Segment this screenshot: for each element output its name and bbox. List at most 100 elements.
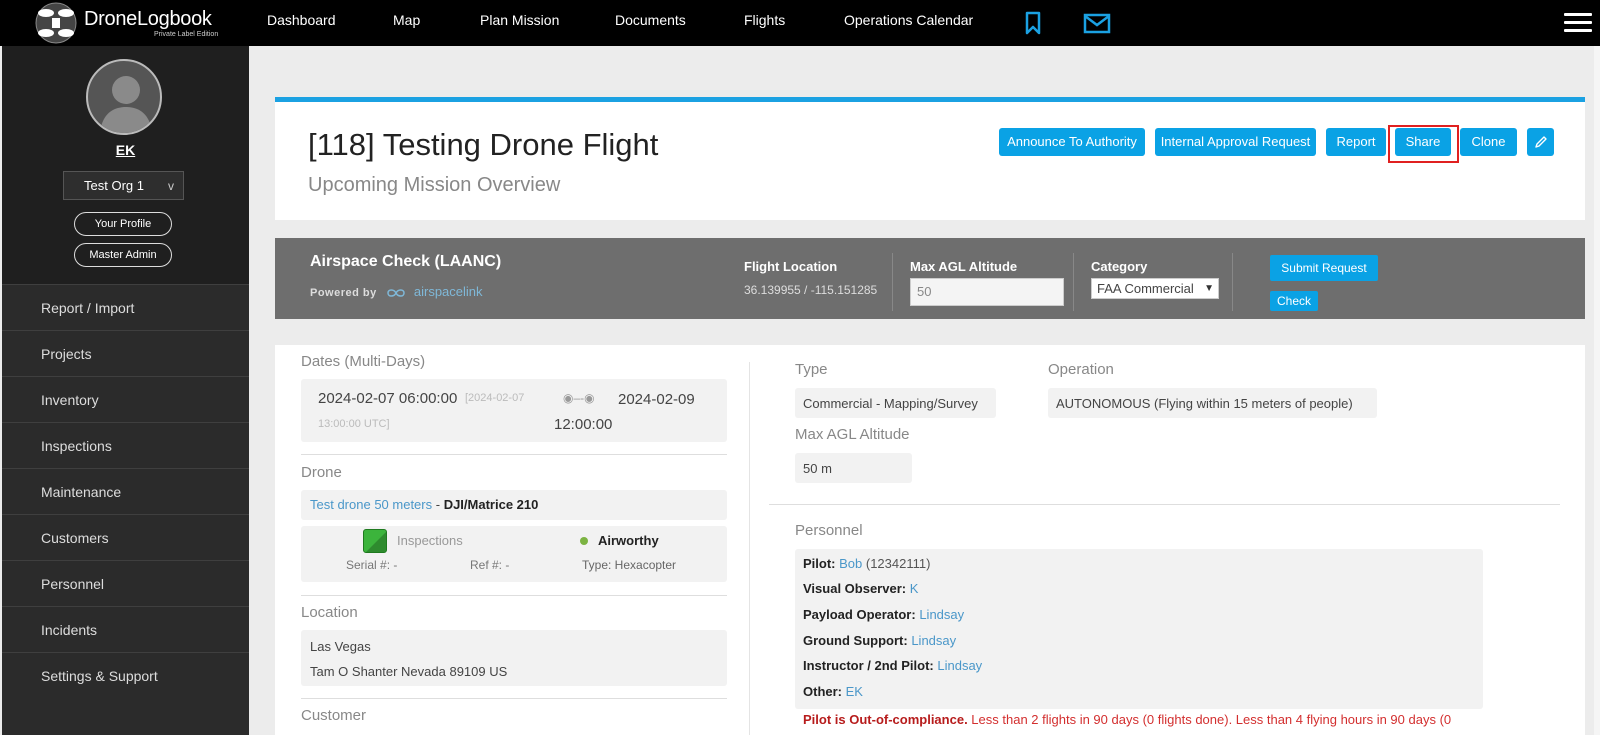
powered-by-label: Powered by	[310, 287, 377, 299]
type-label: Type	[795, 361, 828, 378]
personnel-name-link[interactable]: Lindsay	[919, 607, 964, 622]
org-select[interactable]: Test Org 1 v	[63, 171, 184, 200]
date-range-icon: ◉–-◉	[563, 391, 595, 405]
location-address-link[interactable]: Tam O Shanter Nevada 89109 US	[310, 664, 507, 679]
inspection-status-icon	[363, 529, 387, 553]
personnel-extra: (12342111)	[862, 556, 931, 571]
ref-number: Ref #: -	[470, 558, 510, 572]
drone-logo-icon	[35, 2, 77, 44]
user-silhouette-icon	[100, 76, 152, 133]
nav-documents[interactable]: Documents	[615, 12, 686, 28]
sidebar-item-maintenance[interactable]: Maintenance	[2, 468, 249, 514]
check-button[interactable]: Check	[1270, 291, 1318, 311]
airspacelink-link[interactable]: airspacelink	[414, 284, 483, 299]
hamburger-menu-icon[interactable]	[1564, 13, 1592, 33]
personnel-ground-support: Ground Support: Lindsay	[803, 633, 956, 648]
app-logo[interactable]: DroneLogbook Private Label Edition	[34, 2, 224, 44]
clone-button[interactable]: Clone	[1460, 128, 1517, 156]
scrollbar[interactable]	[1594, 46, 1600, 735]
location-label: Location	[301, 604, 358, 621]
airworthy-status: Airworthy	[598, 533, 659, 548]
sidebar-item-incidents[interactable]: Incidents	[2, 606, 249, 652]
personnel-role: Pilot:	[803, 556, 836, 571]
sidebar: EK Test Org 1 v Your Profile Master Admi…	[2, 46, 249, 735]
category-label: Category	[1091, 259, 1148, 274]
inspections-label: Inspections	[397, 533, 463, 548]
airworthy-status-icon	[580, 537, 588, 545]
nav-map[interactable]: Map	[393, 12, 420, 28]
dates-box	[301, 379, 727, 442]
drone-separator: -	[432, 497, 444, 512]
org-select-value: Test Org 1	[84, 178, 144, 193]
internal-approval-request-button[interactable]: Internal Approval Request	[1155, 128, 1316, 156]
username-link[interactable]: EK	[2, 142, 249, 158]
sidebar-item-inspections[interactable]: Inspections	[2, 422, 249, 468]
divider	[769, 504, 1560, 505]
your-profile-button[interactable]: Your Profile	[74, 212, 172, 236]
location-city-link[interactable]: Las Vegas	[310, 639, 371, 654]
personnel-name-link[interactable]: K	[910, 581, 919, 596]
personnel-name-link[interactable]: Lindsay	[937, 658, 982, 673]
sidebar-item-personnel[interactable]: Personnel	[2, 560, 249, 606]
drone-line: Test drone 50 meters - DJI/Matrice 210	[310, 497, 538, 512]
nav-plan-mission[interactable]: Plan Mission	[480, 12, 559, 28]
serial-number: Serial #: -	[346, 558, 398, 572]
divider	[301, 698, 727, 699]
start-date-utc-time: 13:00:00 UTC]	[318, 418, 390, 430]
personnel-visual-observer: Visual Observer: K	[803, 581, 918, 596]
personnel-role: Visual Observer:	[803, 581, 907, 596]
sidebar-item-report-import[interactable]: Report / Import	[2, 284, 249, 330]
divider	[1232, 253, 1233, 311]
airspacelink-logo-icon	[387, 289, 406, 297]
category-select[interactable]: FAA Commercial ▼	[1091, 278, 1219, 299]
flight-location-label: Flight Location	[744, 259, 838, 274]
compliance-warning: Pilot is Out-of-compliance. Less than 2 …	[803, 712, 1583, 727]
share-button-highlight	[1388, 125, 1459, 163]
nav-flights[interactable]: Flights	[744, 12, 785, 28]
pencil-icon	[1534, 136, 1547, 148]
sidebar-profile: EK Test Org 1 v Your Profile Master Admi…	[2, 46, 249, 284]
drone-model: DJI/Matrice 210	[443, 497, 539, 512]
divider	[1073, 253, 1074, 311]
start-date-utc: [2024-02-07	[465, 392, 525, 404]
powered-by: Powered by airspacelink	[310, 284, 483, 299]
airspace-check-panel: Airspace Check (LAANC) Powered by airspa…	[275, 238, 1585, 319]
airspace-title: Airspace Check (LAANC)	[310, 253, 502, 270]
max-agl-altitude-value: 50 m	[803, 461, 832, 476]
start-date: 2024-02-07 06:00:00	[318, 390, 458, 407]
personnel-role: Other:	[803, 684, 842, 699]
customer-label: Customer	[301, 707, 367, 724]
drone-label: Drone	[301, 464, 342, 481]
bookmark-icon[interactable]	[1018, 8, 1048, 38]
edit-button[interactable]	[1527, 128, 1554, 156]
announce-to-authority-button[interactable]: Announce To Authority	[999, 128, 1145, 156]
type-value: Commercial - Mapping/Survey	[803, 396, 978, 411]
nav-operations-calendar[interactable]: Operations Calendar	[844, 12, 973, 28]
max-agl-label: Max AGL Altitude	[910, 259, 1018, 274]
avatar[interactable]	[86, 59, 162, 135]
brand-edition: Private Label Edition	[154, 31, 219, 38]
flight-location-value: 36.139955 / -115.151285	[744, 283, 878, 297]
compliance-details: Less than 2 flights in 90 days (0 flight…	[967, 712, 1452, 727]
sidebar-item-customers[interactable]: Customers	[2, 514, 249, 560]
personnel-name-link[interactable]: EK	[846, 684, 863, 699]
mail-icon[interactable]	[1082, 8, 1112, 38]
divider	[892, 253, 893, 311]
report-button[interactable]: Report	[1326, 128, 1386, 156]
drone-type: Type: Hexacopter	[582, 558, 677, 572]
nav-dashboard[interactable]: Dashboard	[267, 12, 336, 28]
sidebar-item-settings-support[interactable]: Settings & Support	[2, 652, 249, 698]
max-agl-input[interactable]: 50	[910, 278, 1064, 306]
drone-link[interactable]: Test drone 50 meters	[310, 497, 432, 512]
personnel-other: Other: EK	[803, 684, 863, 699]
submit-request-button[interactable]: Submit Request	[1270, 255, 1378, 281]
personnel-name-link[interactable]: Bob	[839, 556, 862, 571]
sidebar-item-inventory[interactable]: Inventory	[2, 376, 249, 422]
page-subtitle: Upcoming Mission Overview	[308, 174, 561, 196]
divider	[301, 454, 727, 455]
sidebar-item-projects[interactable]: Projects	[2, 330, 249, 376]
end-time: 12:00:00	[554, 416, 613, 433]
personnel-name-link[interactable]: Lindsay	[911, 633, 956, 648]
operation-value: AUTONOMOUS (Flying within 15 meters of p…	[1056, 396, 1353, 411]
master-admin-button[interactable]: Master Admin	[74, 243, 172, 267]
